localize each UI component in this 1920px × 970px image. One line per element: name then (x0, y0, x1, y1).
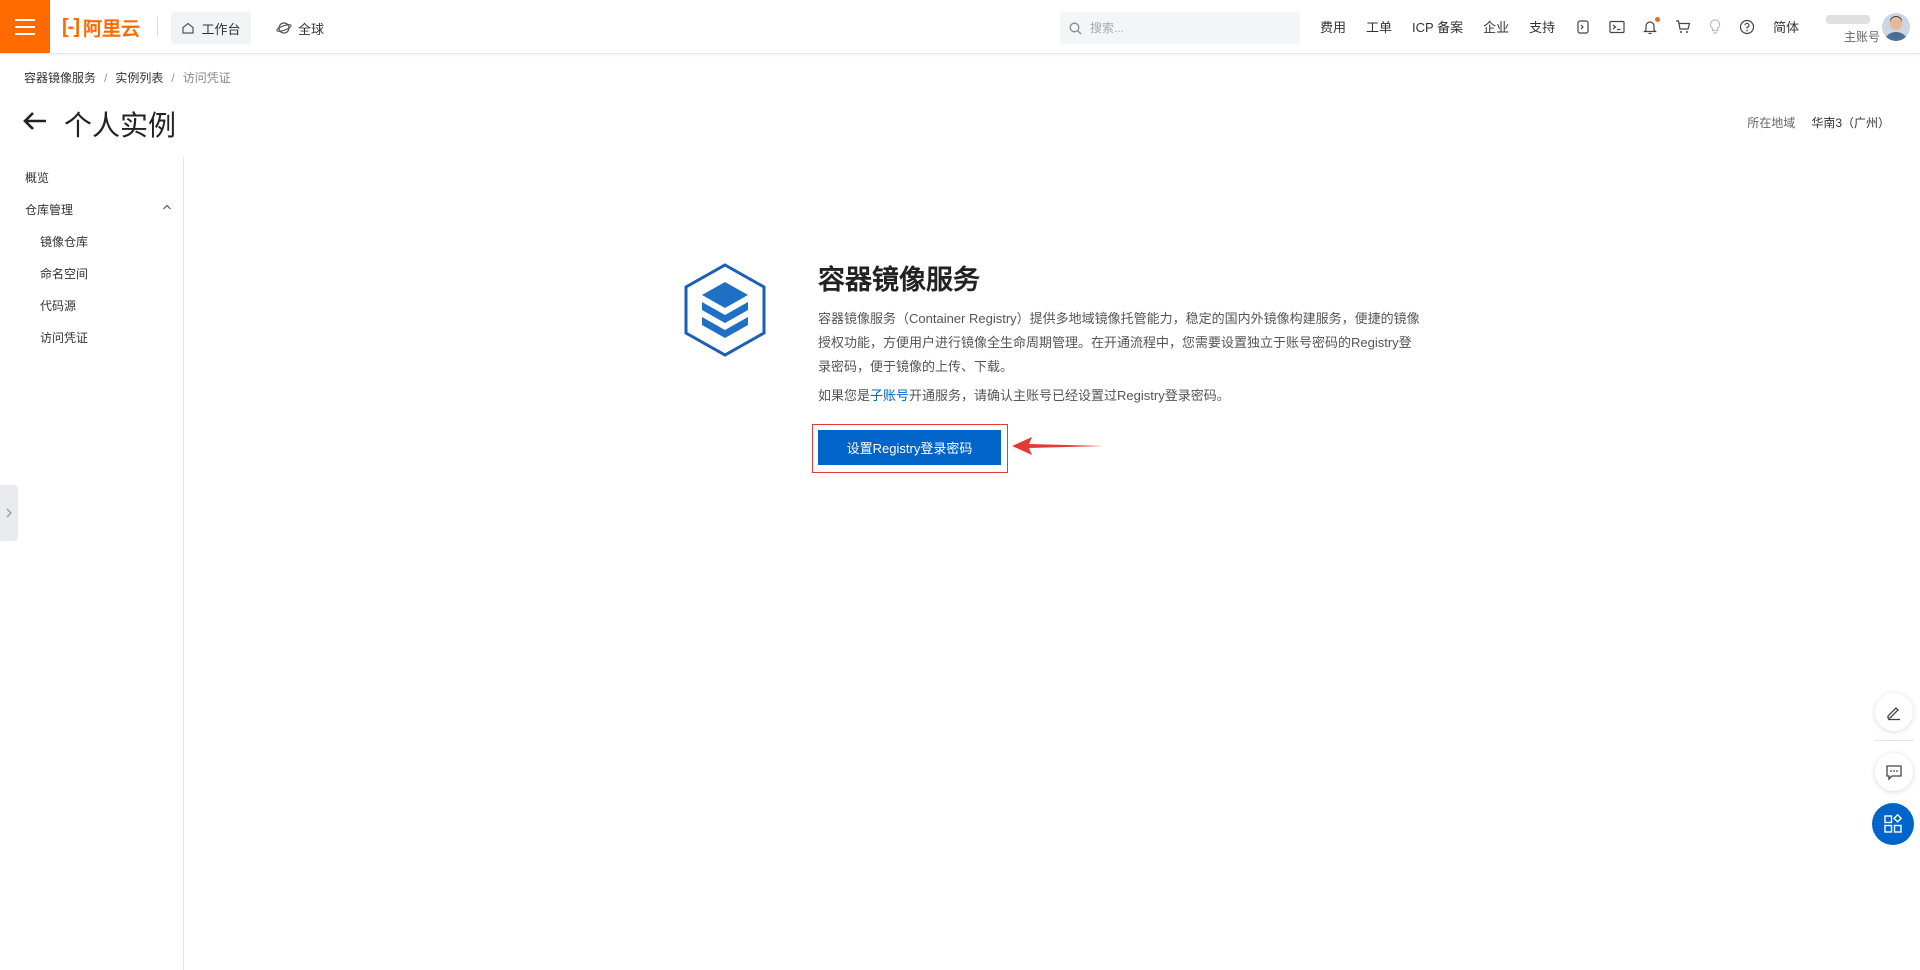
chat-icon (1886, 765, 1902, 781)
subaccount-note: 如果您是子账号开通服务，请确认主账号已经设置过Registry登录密码。 (818, 385, 1230, 404)
note-prefix: 如果您是 (818, 388, 871, 403)
notification-badge (1655, 16, 1661, 22)
aliyun-logo[interactable]: [-] 阿里云 (62, 14, 140, 40)
search-input[interactable] (1090, 13, 1290, 43)
link-support[interactable]: 支持 (1529, 17, 1555, 36)
feedback-edit-button[interactable] (1875, 693, 1913, 731)
home-icon (182, 22, 195, 34)
breadcrumb-separator: / (104, 70, 108, 85)
edit-icon (1887, 707, 1900, 721)
account-menu[interactable]: 主账号 (1822, 11, 1880, 45)
sidebar-item-namespaces[interactable]: 命名空间 (40, 265, 88, 282)
page-title: 个人实例 (64, 110, 177, 141)
container-registry-logo (680, 262, 770, 363)
sidebar-item-overview[interactable]: 概览 (25, 169, 49, 186)
breadcrumb: 容器镜像服务 / 实例列表 / 访问凭证 (24, 69, 231, 86)
region-label: 全球 (298, 21, 325, 37)
sidebar-group-label: 仓库管理 (25, 203, 74, 217)
sidebar-group-repo-management[interactable]: 仓库管理 (25, 201, 73, 218)
divider (1874, 740, 1914, 741)
chevron-up-icon[interactable] (162, 203, 172, 211)
chat-button[interactable] (1875, 753, 1913, 791)
link-tickets[interactable]: 工单 (1366, 17, 1392, 36)
sidebar-item-access-credentials[interactable]: 访问凭证 (40, 329, 88, 346)
link-billing[interactable]: 费用 (1320, 17, 1346, 36)
workbench-button[interactable]: 工作台 (171, 12, 251, 44)
chevron-right-icon (6, 508, 12, 518)
note-suffix: 开通服务，请确认主账号已经设置过Registry登录密码。 (909, 388, 1230, 403)
terminal-icon[interactable] (1609, 20, 1625, 34)
account-type-label: 主账号 (1843, 30, 1880, 44)
bell-icon[interactable] (1643, 16, 1661, 35)
divider (157, 17, 158, 37)
apps-grid-icon (1884, 814, 1903, 833)
aliyun-logo-mark: [-] (62, 15, 80, 38)
avatar[interactable] (1882, 13, 1910, 41)
set-registry-password-button[interactable]: 设置Registry登录密码 (818, 430, 1001, 465)
region-info-label: 所在地域 (1747, 116, 1796, 130)
back-arrow-icon[interactable] (22, 110, 48, 137)
top-links: 费用 工单 ICP 备案 企业 支持 简体 (1320, 0, 1819, 53)
top-navigation-bar: [-] 阿里云 工作台 全球 费用 工单 ICP 备案 企业 支持 (0, 0, 1920, 54)
lightbulb-icon[interactable] (1709, 18, 1721, 35)
annotation-arrow (1012, 437, 1104, 455)
search-icon (1060, 22, 1090, 35)
hamburger-menu-button[interactable] (0, 0, 50, 53)
sidebar-item-image-repos[interactable]: 镜像仓库 (40, 233, 88, 250)
region-selector[interactable]: 全球 (276, 12, 324, 44)
workbench-label: 工作台 (201, 21, 241, 37)
cloud-shell-icon[interactable] (1575, 19, 1591, 35)
breadcrumb-item-cr-service[interactable]: 容器镜像服务 (24, 69, 96, 86)
region-info-value: 华南3（广州） (1811, 116, 1890, 130)
subaccount-link[interactable]: 子账号 (870, 388, 909, 403)
link-enterprise[interactable]: 企业 (1483, 17, 1509, 36)
account-id-redacted (1826, 15, 1870, 24)
logo-text: 阿里云 (82, 18, 140, 40)
sidebar-collapse-toggle[interactable] (0, 485, 18, 541)
region-info: 所在地域 华南3（广州） (1747, 114, 1890, 131)
search-box[interactable] (1060, 12, 1300, 44)
language-switch[interactable]: 简体 (1773, 17, 1799, 36)
breadcrumb-item-current: 访问凭证 (182, 71, 231, 85)
apps-button[interactable] (1872, 803, 1914, 845)
link-icp[interactable]: ICP 备案 (1412, 17, 1463, 36)
breadcrumb-item-instance-list[interactable]: 实例列表 (115, 69, 163, 86)
help-icon[interactable] (1739, 19, 1755, 35)
product-description: 容器镜像服务（Container Registry）提供多地域镜像托管能力，稳定… (818, 311, 1420, 374)
breadcrumb-separator: / (171, 70, 175, 85)
cart-icon[interactable] (1675, 19, 1691, 34)
globe-icon (276, 22, 292, 34)
product-title: 容器镜像服务 (818, 265, 980, 295)
sidebar-item-code-sources[interactable]: 代码源 (40, 297, 76, 314)
sidebar: 概览 仓库管理 镜像仓库 命名空间 代码源 访问凭证 (0, 157, 184, 970)
